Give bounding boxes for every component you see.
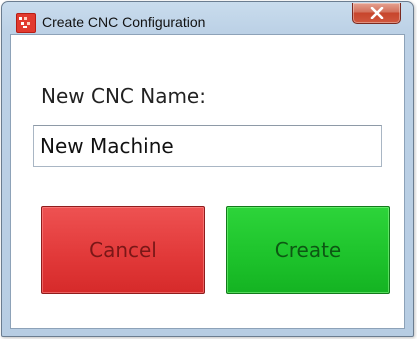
dialog-content: New CNC Name: Cancel Create bbox=[10, 34, 405, 329]
close-icon bbox=[370, 7, 384, 19]
create-button-label: Create bbox=[274, 238, 342, 262]
cnc-name-label: New CNC Name: bbox=[41, 84, 206, 108]
cnc-name-input[interactable] bbox=[33, 125, 382, 167]
app-icon bbox=[16, 13, 36, 33]
create-button[interactable]: Create bbox=[226, 206, 390, 294]
close-button[interactable] bbox=[352, 3, 401, 24]
cancel-button-label: Cancel bbox=[89, 238, 157, 262]
dialog-window: Create CNC Configuration New CNC Name: C… bbox=[1, 1, 414, 337]
window-title: Create CNC Configuration bbox=[42, 14, 206, 30]
cancel-button[interactable]: Cancel bbox=[41, 206, 205, 294]
title-bar[interactable]: Create CNC Configuration bbox=[2, 2, 413, 34]
